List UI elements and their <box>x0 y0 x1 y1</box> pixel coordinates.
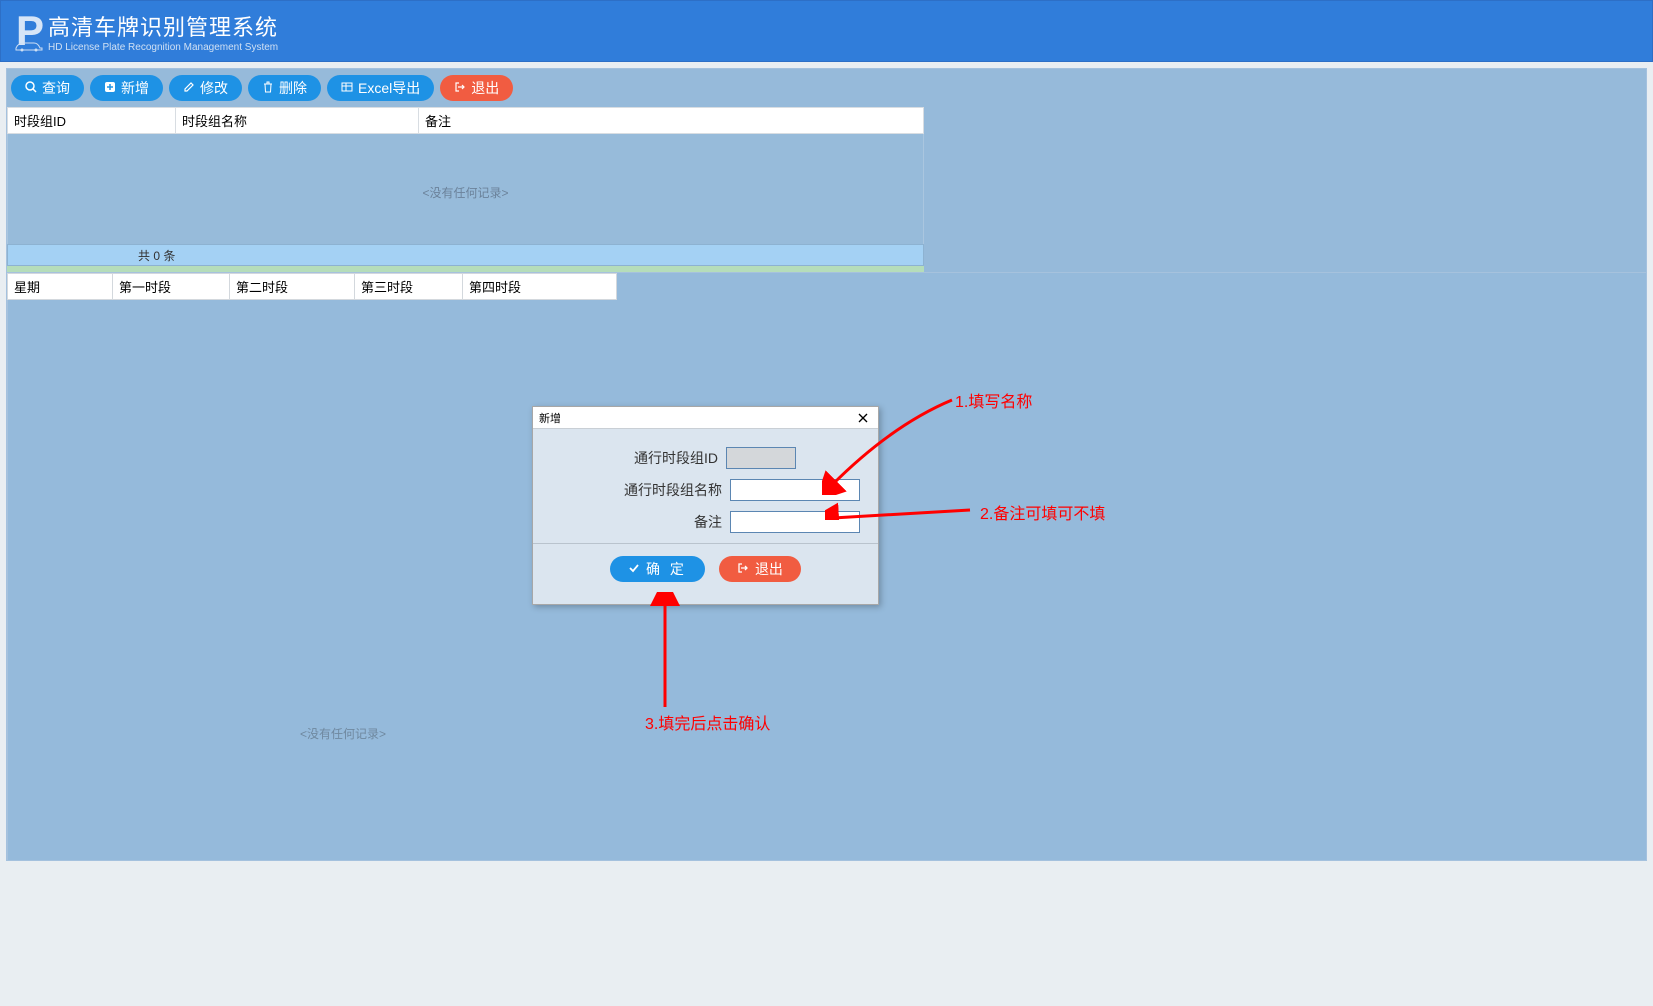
exit-button[interactable]: 退出 <box>440 75 513 101</box>
col-period1[interactable]: 第一时段 <box>113 274 230 300</box>
group-name-input[interactable] <box>730 479 860 501</box>
export-button[interactable]: Excel导出 <box>327 75 434 101</box>
dialog-close-button[interactable] <box>852 409 874 427</box>
col-group-id[interactable]: 时段组ID <box>8 108 176 134</box>
remark-input[interactable] <box>730 511 860 533</box>
edit-button[interactable]: 修改 <box>169 75 242 101</box>
add-button[interactable]: 新增 <box>90 75 163 101</box>
app-title-en: HD License Plate Recognition Management … <box>48 42 278 53</box>
timespan-group-body: <没有任何记录> <box>7 134 924 244</box>
col-remark[interactable]: 备注 <box>419 108 924 134</box>
remark-label: 备注 <box>694 512 722 532</box>
search-icon <box>25 81 37 96</box>
dialog-exit-button[interactable]: 退出 <box>719 556 801 582</box>
timespan-group-footer: 共 0 条 <box>7 244 924 266</box>
app-title-cn: 高清车牌识别管理系统 <box>48 10 278 42</box>
col-period3[interactable]: 第三时段 <box>355 274 463 300</box>
dialog-separator <box>533 543 878 544</box>
plus-icon <box>104 81 116 96</box>
query-label: 查询 <box>42 78 70 98</box>
ok-label: 确 定 <box>646 559 687 579</box>
trash-icon <box>262 81 274 96</box>
dialog-titlebar[interactable]: 新增 <box>533 407 878 429</box>
group-id-label: 通行时段组ID <box>634 448 718 468</box>
col-weekday[interactable]: 星期 <box>8 274 113 300</box>
schedule-table: 星期 第一时段 第二时段 第三时段 第四时段 <box>7 273 617 300</box>
app-logo: P 高清车牌识别管理系统 HD License Plate Recognitio… <box>16 10 278 53</box>
car-icon <box>14 40 44 52</box>
schedule-body: <没有任何记录> <box>7 300 617 860</box>
exit-label: 退出 <box>471 78 499 98</box>
toolbar: 查询 新增 修改 删除 Excel导出 <box>7 69 1646 107</box>
query-button[interactable]: 查询 <box>11 75 84 101</box>
close-icon <box>858 413 868 423</box>
dialog-body: 通行时段组ID 通行时段组名称 备注 确 定 退出 <box>533 429 878 604</box>
col-period2[interactable]: 第二时段 <box>230 274 355 300</box>
col-period4[interactable]: 第四时段 <box>463 274 617 300</box>
exit-icon <box>454 81 466 96</box>
dialog-exit-label: 退出 <box>755 559 783 579</box>
delete-button[interactable]: 删除 <box>248 75 321 101</box>
col-group-name[interactable]: 时段组名称 <box>176 108 419 134</box>
delete-label: 删除 <box>279 78 307 98</box>
app-header: P 高清车牌识别管理系统 HD License Plate Recognitio… <box>0 0 1653 62</box>
empty-text-2: <没有任何记录> <box>300 725 386 742</box>
group-id-input <box>726 447 796 469</box>
dialog-title-text: 新增 <box>539 410 561 426</box>
check-icon <box>628 561 640 577</box>
exit-icon <box>737 561 749 577</box>
timespan-group-table: 时段组ID 时段组名称 备注 <box>7 107 924 134</box>
ok-button[interactable]: 确 定 <box>610 556 705 582</box>
edit-icon <box>183 81 195 96</box>
empty-text-1: <没有任何记录> <box>422 186 508 200</box>
group-name-label: 通行时段组名称 <box>624 480 722 500</box>
export-label: Excel导出 <box>358 78 420 98</box>
add-label: 新增 <box>121 78 149 98</box>
footer-count: 共 0 条 <box>138 247 175 264</box>
add-dialog: 新增 通行时段组ID 通行时段组名称 备注 确 定 <box>532 406 879 605</box>
edit-label: 修改 <box>200 78 228 98</box>
excel-icon <box>341 81 353 96</box>
